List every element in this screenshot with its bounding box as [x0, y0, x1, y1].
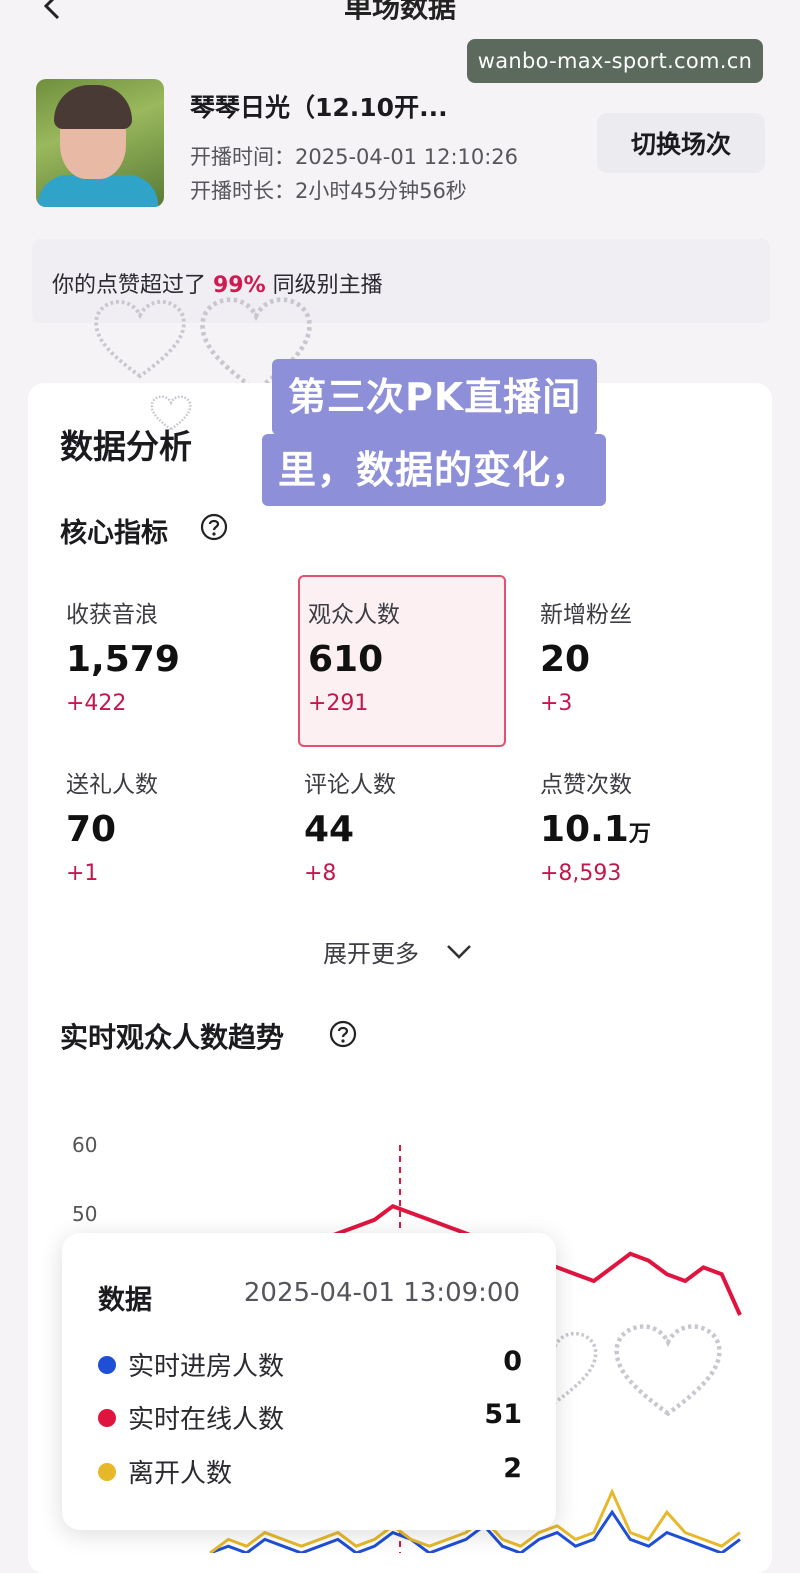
tooltip-title: 数据	[98, 1285, 152, 1316]
tooltip-series-value: 0	[503, 1346, 522, 1377]
duration-value: 2小时45分钟56秒	[295, 179, 467, 203]
metric-commenters[interactable]: 评论人数 44 +8	[296, 747, 500, 915]
metric-delta: +3	[540, 691, 573, 716]
metric-label: 点赞次数	[540, 772, 632, 798]
streamer-name: 琴琴日光（12.10开...	[190, 93, 448, 122]
metric-label: 收获音浪	[66, 602, 158, 628]
trend-title: 实时观众人数趋势	[60, 1021, 285, 1054]
tooltip-row-leave: 离开人数 2	[98, 1451, 522, 1491]
metric-new-fans[interactable]: 新增粉丝 20 +3	[532, 577, 736, 745]
y-tick-label: 50	[72, 1202, 98, 1226]
tooltip-series-name: 离开人数	[128, 1459, 233, 1489]
help-icon[interactable]	[200, 513, 228, 541]
metric-value: 70	[66, 809, 117, 850]
metric-delta: +291	[308, 691, 369, 716]
metric-delta: +8	[304, 861, 337, 886]
metric-value: 44	[304, 809, 355, 850]
metric-label: 送礼人数	[66, 772, 158, 798]
series-dot-blue	[98, 1356, 116, 1374]
chart-tooltip: 数据 2025-04-01 13:09:00 实时进房人数 0 实时在线人数 5…	[62, 1233, 556, 1530]
expand-more-button[interactable]: 展开更多	[323, 934, 419, 969]
duration-label: 开播时长：	[190, 179, 295, 203]
series-dot-yellow	[98, 1463, 116, 1481]
metric-delta: +1	[66, 861, 99, 886]
duration: 开播时长：2小时45分钟56秒	[190, 175, 467, 205]
metric-delta: +8,593	[540, 861, 622, 886]
metric-value: 10.1万	[540, 809, 651, 850]
like-prefix: 你的点赞超过了	[52, 273, 213, 298]
metric-delta: +422	[66, 691, 127, 716]
tooltip-time: 2025-04-01 13:09:00	[243, 1278, 520, 1308]
metric-viewers[interactable]: 观众人数 610 +291	[298, 575, 506, 747]
heart-sticker-icon	[94, 299, 186, 379]
chevron-down-icon[interactable]	[445, 942, 473, 962]
metric-label: 观众人数	[308, 602, 400, 628]
start-time-value: 2025-04-01 12:10:26	[295, 145, 519, 169]
start-time-label: 开播时间：	[190, 145, 295, 169]
tooltip-series-name: 实时进房人数	[128, 1352, 285, 1382]
y-tick-label: 60	[72, 1133, 98, 1157]
metric-label: 评论人数	[304, 772, 396, 798]
page-title: 单场数据	[343, 0, 456, 24]
metric-value: 20	[540, 639, 591, 680]
tooltip-row-online: 实时在线人数 51	[98, 1397, 522, 1437]
heart-sticker-icon	[614, 1324, 722, 1417]
metric-value: 1,579	[66, 639, 180, 680]
metric-label: 新增粉丝	[540, 602, 632, 628]
tooltip-series-value: 2	[503, 1453, 522, 1484]
core-metrics-title: 核心指标	[60, 518, 168, 549]
series-dot-red	[98, 1409, 116, 1427]
streamer-avatar[interactable]	[36, 79, 164, 207]
tooltip-series-name: 实时在线人数	[128, 1405, 285, 1435]
tooltip-row-enter: 实时进房人数 0	[98, 1344, 522, 1384]
overlay-caption-line2: 里，数据的变化，	[262, 434, 607, 506]
overlay-caption-line1: 第三次PK直播间	[272, 359, 598, 435]
metric-value: 610	[308, 639, 384, 680]
watermark: wanbo-max-sport.com.cn	[467, 39, 763, 83]
metric-gifters[interactable]: 送礼人数 70 +1	[58, 747, 262, 915]
switch-session-button[interactable]: 切换场次	[597, 113, 765, 173]
tooltip-series-value: 51	[484, 1399, 522, 1430]
analysis-title: 数据分析	[60, 427, 192, 466]
metric-likes[interactable]: 点赞次数 10.1万 +8,593	[532, 747, 736, 915]
metric-gift-income[interactable]: 收获音浪 1,579 +422	[58, 577, 262, 745]
help-icon[interactable]	[329, 1020, 357, 1048]
start-time: 开播时间：2025-04-01 12:10:26	[190, 141, 518, 171]
